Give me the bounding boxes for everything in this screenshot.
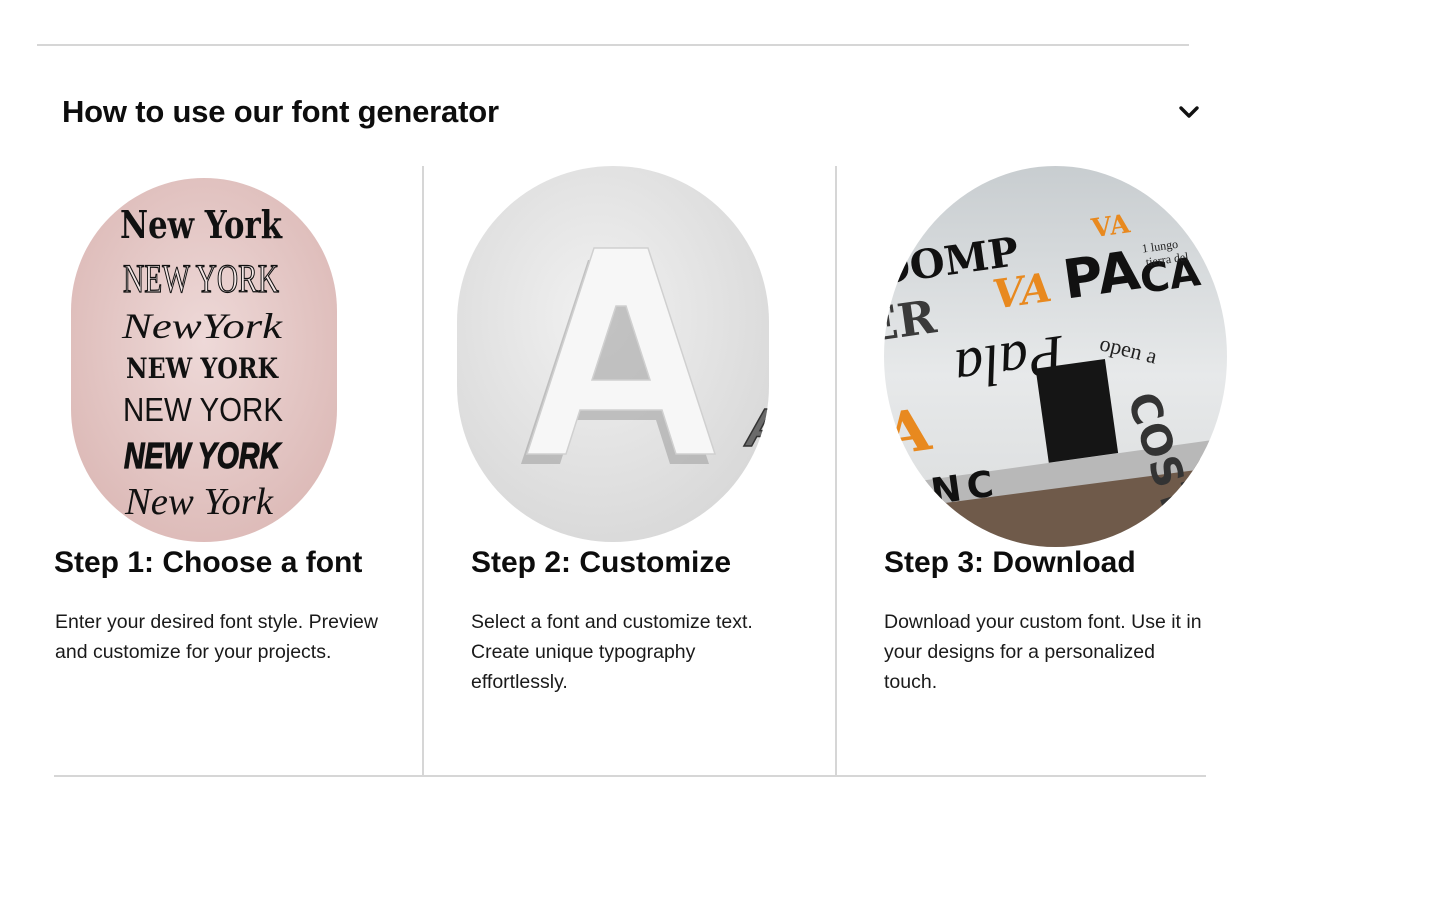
poster-word-pa: PA bbox=[1059, 239, 1144, 312]
step-1-image: New York NEW YORK NewYork NEW YORK NEW Y… bbox=[71, 178, 337, 542]
step-3-description: Download your custom font. Use it in you… bbox=[884, 611, 1202, 693]
poster-word-va-2: VA bbox=[990, 264, 1055, 319]
poster-block bbox=[1035, 358, 1119, 463]
bottom-divider bbox=[54, 775, 1206, 777]
step-1-title: Step 1: Choose a font bbox=[54, 546, 363, 579]
column-divider bbox=[422, 166, 424, 776]
ny-line-5: NEW YORK bbox=[123, 391, 283, 428]
step-3-image: OOMP VA VA PA CA ER Pala open a A INC CO… bbox=[884, 166, 1227, 547]
ny-line-6: NEW YORK bbox=[124, 435, 282, 476]
step-2-description: Select a font and customize text. Create… bbox=[471, 611, 753, 693]
white-letter-a-illustration: A A bbox=[457, 166, 769, 542]
step-1-description: Enter your desired font style. Preview a… bbox=[55, 611, 378, 663]
accordion-title: How to use our font generator bbox=[62, 94, 499, 129]
ny-line-2: NEW YORK bbox=[123, 256, 279, 301]
ny-line-3: NewYork bbox=[121, 306, 283, 346]
ny-line-7: New York bbox=[124, 481, 274, 523]
new-york-typography-illustration: New York NEW YORK NewYork NEW YORK NEW Y… bbox=[71, 178, 337, 542]
ny-line-1: New York bbox=[120, 202, 283, 247]
small-letter-a: A bbox=[743, 398, 769, 458]
step-3-title: Step 3: Download bbox=[884, 546, 1136, 579]
column-divider bbox=[835, 166, 837, 776]
step-2-title: Step 2: Customize bbox=[471, 546, 732, 579]
chevron-down-icon[interactable] bbox=[1174, 100, 1204, 124]
typography-poster-illustration: OOMP VA VA PA CA ER Pala open a A INC CO… bbox=[884, 166, 1227, 547]
poster-word-er: ER bbox=[884, 289, 940, 353]
letter-a: A bbox=[457, 166, 458, 167]
ny-line-4: NEW YORK bbox=[126, 352, 279, 385]
top-divider bbox=[37, 44, 1189, 46]
accordion-header[interactable]: How to use our font generator bbox=[54, 86, 1214, 142]
step-2-image: A A bbox=[457, 166, 769, 542]
